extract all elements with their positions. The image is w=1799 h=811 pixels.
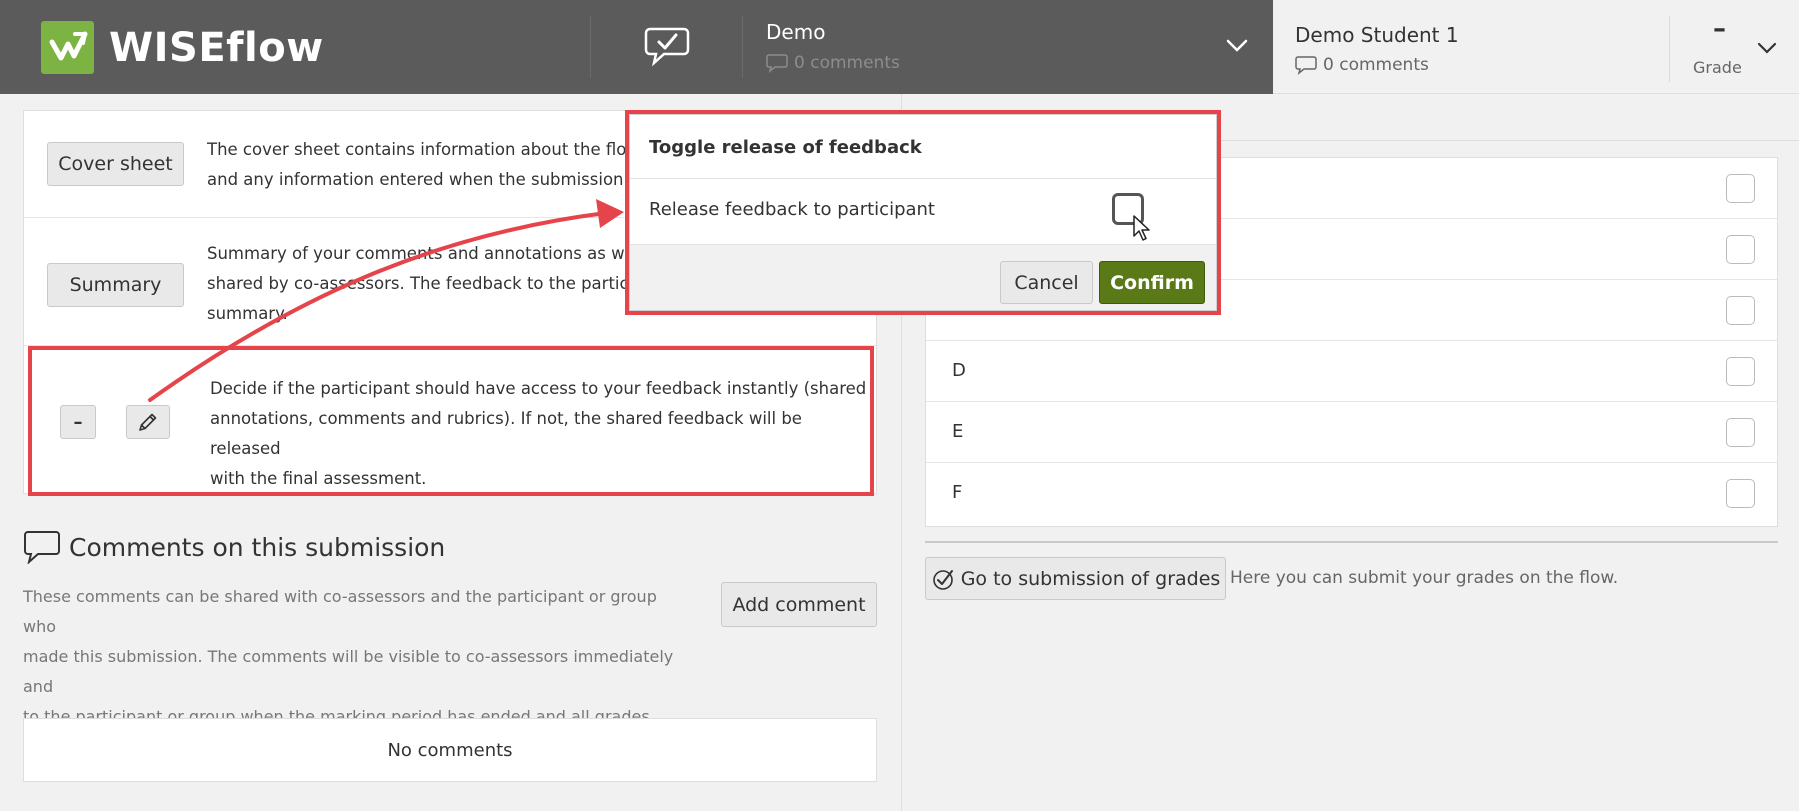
header-main: WISEflow Demo 0 comments: [0, 0, 1273, 94]
cover-sheet-button[interactable]: Cover sheet: [47, 142, 184, 186]
grade-label: Grade: [1693, 58, 1742, 77]
grade-value: –: [1713, 14, 1726, 44]
logo-icon: [41, 21, 94, 74]
confirm-button[interactable]: Confirm: [1099, 261, 1205, 304]
text-line: The cover sheet contains information abo…: [207, 140, 668, 159]
chevron-down-icon[interactable]: [1757, 40, 1777, 59]
submit-grades-button[interactable]: Go to submission of grades: [925, 557, 1226, 600]
grade-letter: D: [952, 360, 966, 381]
grade-divider: [1669, 16, 1670, 82]
comment-icon: [766, 54, 788, 73]
text-line: made this submission. The comments will …: [23, 647, 674, 696]
grade-checkbox[interactable]: [1726, 479, 1755, 508]
check-circle-icon: [932, 569, 953, 590]
modal-footer: Cancel Confirm: [630, 244, 1216, 310]
no-comments-placeholder: No comments: [23, 718, 877, 782]
comments-title: Comments on this submission: [69, 532, 446, 562]
text-line: Summary of your comments and annotations…: [207, 244, 668, 263]
student-comments: 0 comments: [1295, 55, 1429, 75]
comment-bubble-check-icon[interactable]: [644, 26, 690, 67]
toggle-release-modal: Toggle release of feedback Release feedb…: [629, 114, 1217, 311]
edit-release-button[interactable]: [126, 405, 170, 439]
header-divider: [742, 16, 743, 78]
comment-icon: [1295, 56, 1317, 75]
grade-checkbox[interactable]: [1726, 357, 1755, 386]
grade-checkbox[interactable]: [1726, 418, 1755, 447]
flow-comments-count: 0 comments: [794, 53, 900, 73]
student-comments-count: 0 comments: [1323, 55, 1429, 75]
submit-grades-hint: Here you can submit your grades on the f…: [1230, 568, 1619, 588]
comments-section: Comments on this submission These commen…: [23, 530, 877, 786]
student-header: Demo Student 1 0 comments – Grade: [1273, 0, 1799, 94]
flow-comments: 0 comments: [766, 53, 900, 73]
modal-header: Toggle release of feedback: [630, 115, 1216, 179]
release-feedback-row: – Decide if the participant should have …: [28, 346, 874, 496]
submit-grades-label: Go to submission of grades: [960, 567, 1221, 590]
text-line: and any information entered when the sub…: [207, 170, 661, 189]
logo[interactable]: WISEflow: [41, 21, 324, 74]
comment-icon: [24, 531, 60, 564]
summary-button[interactable]: Summary: [47, 263, 184, 307]
add-comment-button[interactable]: Add comment: [721, 582, 877, 627]
text-line: with the final assessment.: [210, 469, 427, 488]
summary-text: Summary of your comments and annotations…: [207, 239, 671, 329]
chevron-down-icon[interactable]: [1226, 38, 1248, 57]
release-text: Decide if the participant should have ac…: [210, 374, 870, 494]
modal-body: Release feedback to participant: [630, 179, 1216, 244]
grade-option[interactable]: F: [926, 463, 1777, 524]
flow-title[interactable]: Demo: [766, 20, 825, 44]
text-line: These comments can be shared with co-ass…: [23, 587, 657, 636]
mouse-cursor-icon: [1132, 214, 1152, 246]
top-bar: WISEflow Demo 0 comments Demo Student 1: [0, 0, 1799, 94]
cancel-button[interactable]: Cancel: [1000, 261, 1093, 304]
student-name[interactable]: Demo Student 1: [1295, 23, 1459, 47]
grade-checkbox[interactable]: [1726, 296, 1755, 325]
grade-checkbox[interactable]: [1726, 235, 1755, 264]
header-divider: [590, 16, 591, 78]
grade-option[interactable]: D: [926, 341, 1777, 402]
grade-separator: [925, 541, 1778, 543]
grade-letter: E: [952, 421, 964, 442]
grade-checkbox[interactable]: [1726, 174, 1755, 203]
modal-title: Toggle release of feedback: [649, 137, 922, 158]
text-line: summary.: [207, 304, 288, 323]
text-line: Decide if the participant should have ac…: [210, 379, 867, 398]
grade-letter: F: [952, 482, 963, 503]
logo-text: WISEflow: [109, 24, 324, 71]
text-line: shared by co-assessors. The feedback to …: [207, 274, 671, 293]
release-feedback-label: Release feedback to participant: [649, 199, 935, 220]
text-line: annotations, comments and rubrics). If n…: [210, 409, 802, 458]
cover-sheet-text: The cover sheet contains information abo…: [207, 135, 667, 195]
grade-option[interactable]: E: [926, 402, 1777, 463]
comments-heading: Comments on this submission: [23, 530, 877, 564]
release-status-button[interactable]: –: [60, 405, 96, 439]
pencil-icon: [139, 413, 157, 431]
